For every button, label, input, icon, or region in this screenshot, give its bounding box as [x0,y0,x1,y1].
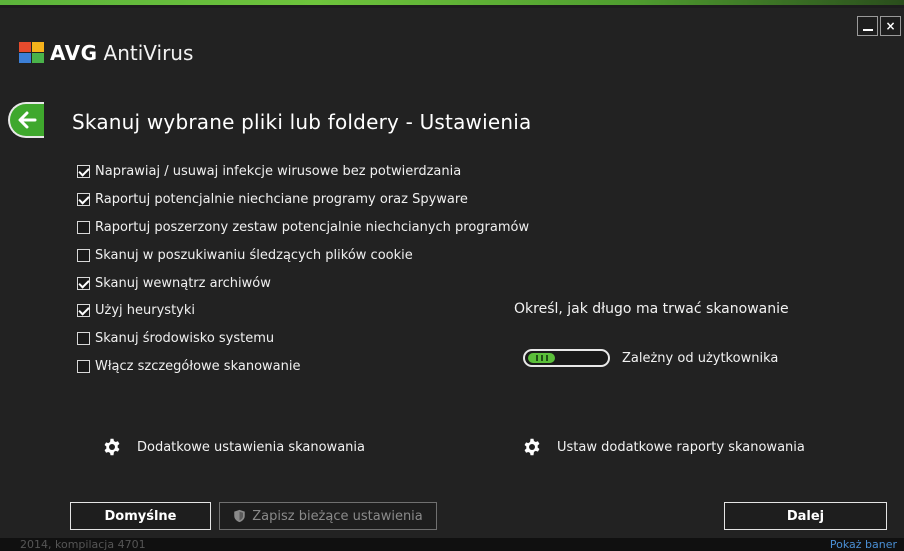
option-label: Skanuj wewnątrz archiwów [95,275,271,291]
avg-logo-icon [19,42,45,64]
window-controls: × [857,16,901,36]
checkbox[interactable] [77,359,90,373]
duration-slider-handle[interactable] [528,353,555,363]
checkbox[interactable] [77,248,90,262]
checkbox[interactable] [77,276,90,290]
option-report-pup-spyware[interactable]: Raportuj potencjalnie niechciane program… [77,186,529,214]
brand-name: AVG [50,41,98,65]
option-scan-tracking-cookies[interactable]: Skanuj w poszukiwaniu śledzących plików … [77,241,529,269]
option-label: Skanuj w poszukiwaniu śledzących plików … [95,247,413,263]
option-label: Skanuj środowisko systemu [95,331,275,347]
top-accent-stripe [0,0,904,8]
gear-icon [104,438,120,456]
option-label: Użyj heurystyki [95,303,195,319]
back-button[interactable] [8,102,44,138]
product-name: AntiVirus [103,41,194,65]
option-thorough-scanning[interactable]: Włącz szczegółowe skanowanie [77,353,529,381]
footer: 2014, kompilacja 4701 Pokaż baner [0,538,904,551]
option-label: Raportuj potencjalnie niechciane program… [95,192,468,208]
option-scan-system-environment[interactable]: Skanuj środowisko systemu [77,325,529,353]
page-title: Skanuj wybrane pliki lub foldery - Ustaw… [72,110,532,134]
duration-slider[interactable] [523,349,610,367]
version-label: 2014, kompilacja 4701 [20,538,146,551]
next-button[interactable]: Dalej [724,502,887,530]
checkbox[interactable] [77,220,90,234]
checkbox[interactable] [77,332,90,346]
option-label: Raportuj poszerzony zestaw potencjalnie … [95,219,530,235]
additional-scan-settings-link[interactable]: Dodatkowe ustawienia skanowania [103,438,365,456]
checkbox[interactable] [77,304,90,318]
main-window: × AVG AntiVirus Skanuj wybrane pliki lub… [0,8,904,538]
additional-scan-settings-label: Dodatkowe ustawienia skanowania [137,439,365,455]
scan-duration-title: Określ, jak długo ma trwać skanowanie [514,301,789,317]
scan-duration-control[interactable]: Zależny od użytkownika [523,349,778,367]
option-use-heuristics[interactable]: Użyj heurystyki [77,297,529,325]
save-current-settings-button[interactable]: Zapisz bieżące ustawienia [219,502,437,530]
additional-scan-reports-link[interactable]: Ustaw dodatkowe raporty skanowania [523,438,805,456]
scan-options-list: Naprawiaj / usuwaj infekcje wirusowe bez… [77,158,529,380]
default-button[interactable]: Domyślne [70,502,211,530]
minimize-button[interactable] [857,16,878,36]
additional-scan-reports-label: Ustaw dodatkowe raporty skanowania [557,439,805,455]
option-repair-infections[interactable]: Naprawiaj / usuwaj infekcje wirusowe bez… [77,158,529,186]
checkbox[interactable] [77,165,90,179]
show-banner-link[interactable]: Pokaż baner [830,538,897,551]
option-report-extended-pup[interactable]: Raportuj poszerzony zestaw potencjalnie … [77,214,529,242]
close-button[interactable]: × [880,16,901,36]
option-scan-archives[interactable]: Skanuj wewnątrz archiwów [77,269,529,297]
checkbox[interactable] [77,193,90,207]
save-button-label: Zapisz bieżące ustawienia [252,508,423,524]
app-logo: AVG AntiVirus [19,41,193,65]
gear-icon [524,438,540,456]
shield-icon [234,509,245,523]
option-label: Naprawiaj / usuwaj infekcje wirusowe bez… [95,164,462,180]
arrow-left-icon [18,111,37,129]
option-label: Włącz szczegółowe skanowanie [95,358,301,374]
duration-value-label: Zależny od użytkownika [622,350,779,366]
